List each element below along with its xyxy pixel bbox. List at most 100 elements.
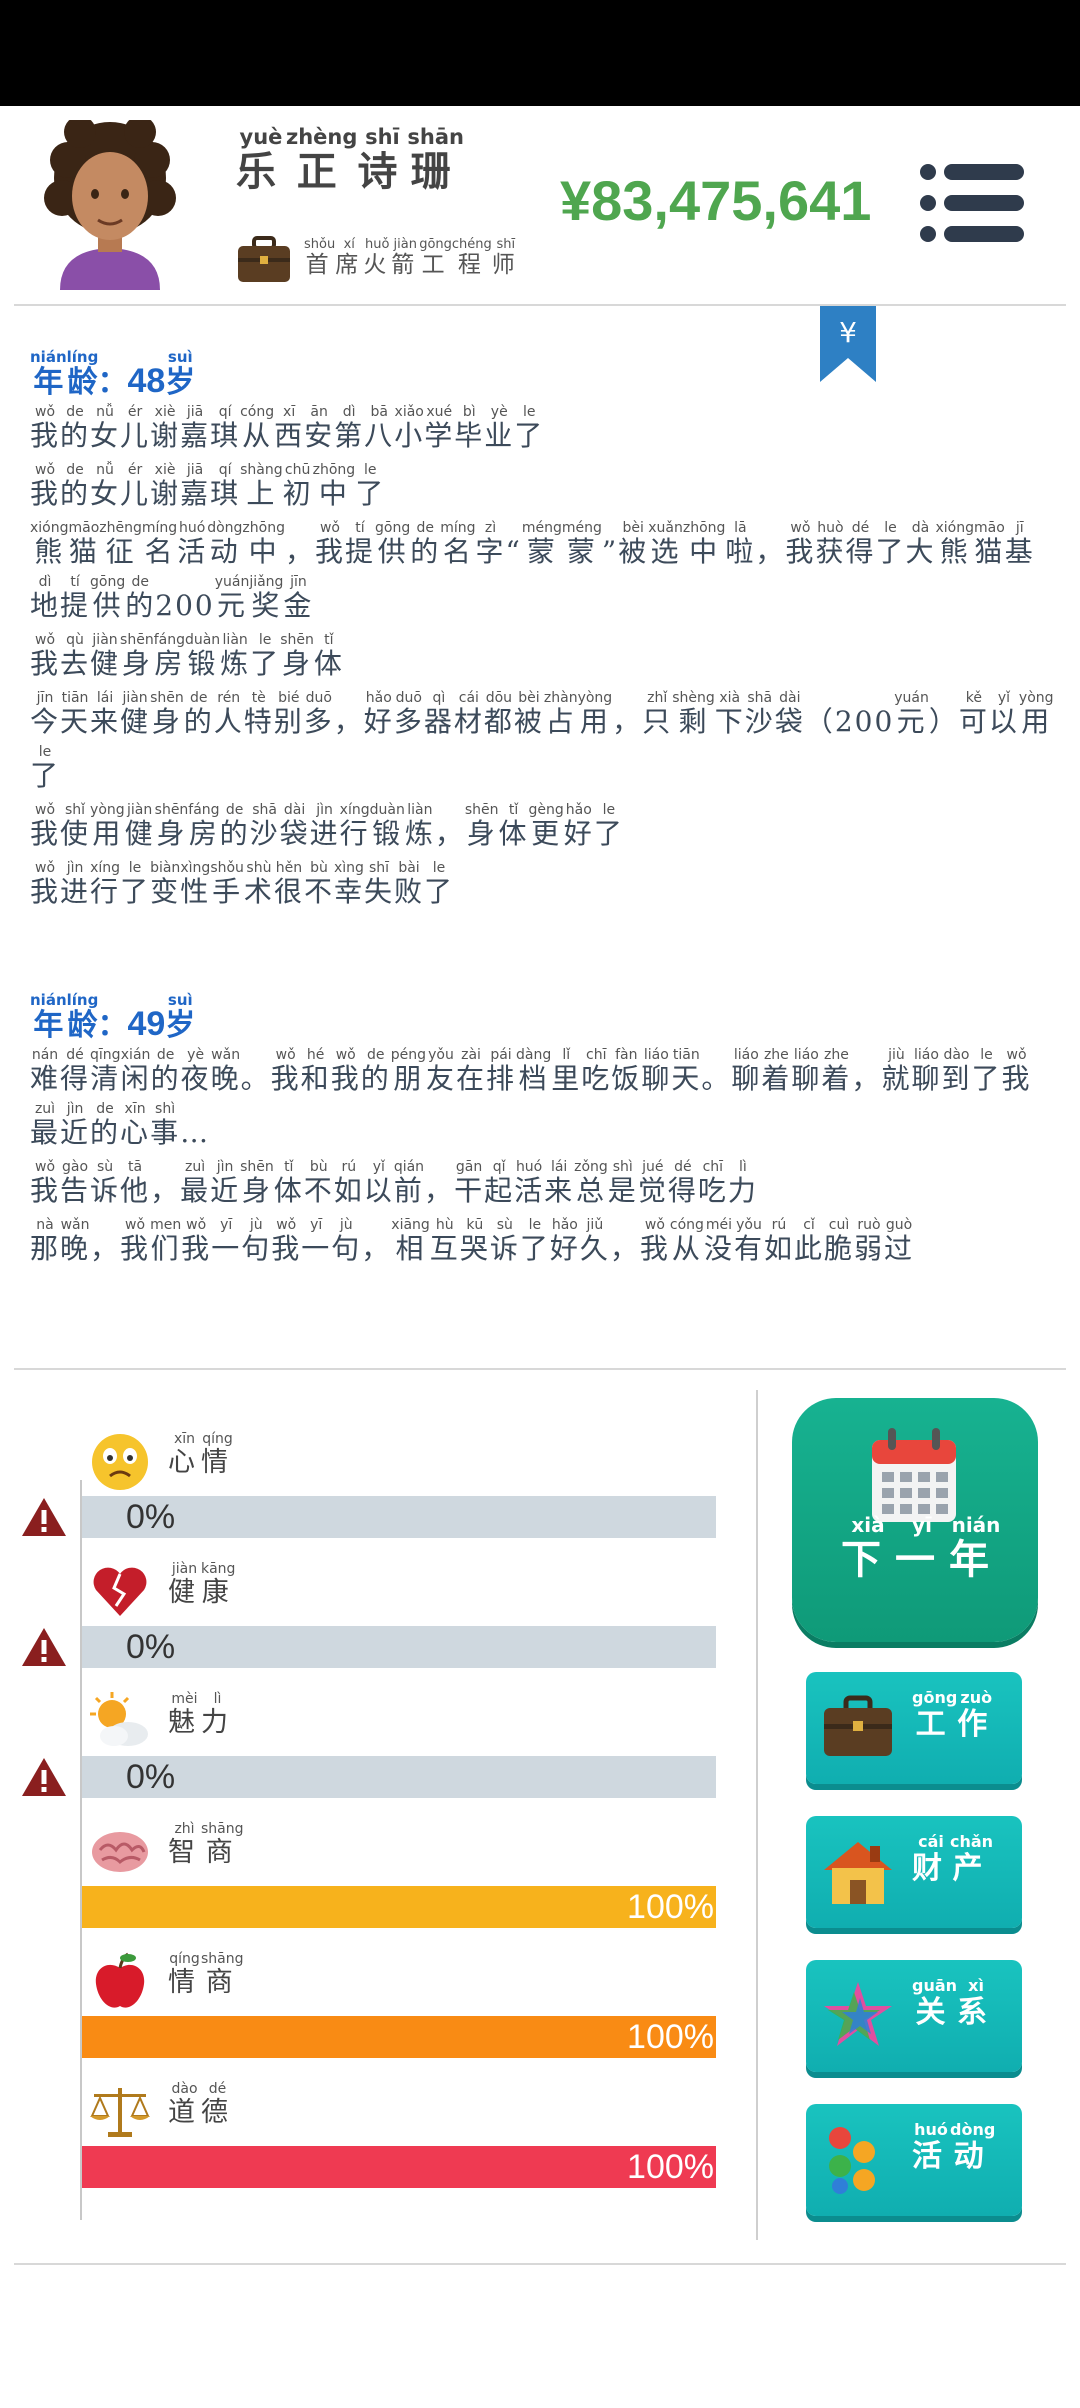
story-char: 去qù [60, 632, 91, 680]
story-char: 大dà [905, 520, 936, 568]
story-char: 我wǒ [30, 1159, 61, 1207]
relations-button[interactable]: 关guān系xì [806, 1960, 1022, 2072]
story-char: 袋dài [279, 802, 310, 850]
story-char: 手shǒu [210, 860, 244, 908]
stat-label-char: 商shāng [201, 1951, 244, 1998]
avatar [44, 120, 176, 290]
story-line: 熊xióng猫māo征zhēng名míng活huó动dòng中zhōng，我wǒ… [30, 520, 1060, 633]
story-char: 前qián [393, 1159, 425, 1207]
menu-icon[interactable] [918, 162, 1026, 244]
story-char: 体tǐ [313, 632, 344, 680]
story-char: 一yī [301, 1217, 332, 1265]
stat-bar-fill [82, 1886, 716, 1928]
story-line: 我wǒ的de女nǚ儿ér谢xiè嘉jiā琪qí上shàng初chū中zhōng了… [30, 462, 1060, 521]
story-char: 琪qí [210, 462, 241, 510]
story-char: 得dé [845, 520, 876, 568]
story-char: 袋dài [774, 690, 805, 738]
story-char: 下xià [714, 690, 745, 738]
stat-label-char: 健jiàn [168, 1561, 201, 1608]
story-char: 久jiǔ [579, 1217, 610, 1265]
story-char: 失shī [363, 860, 394, 908]
story-char: 获huò [815, 520, 846, 568]
story-char: 女nǚ [90, 404, 121, 452]
story-char: ， [755, 535, 786, 568]
story-char: 锻duàn [369, 802, 405, 850]
age-heading: 年nián龄líng：48岁suì [30, 348, 1060, 401]
story-char: 不bù [303, 1159, 334, 1207]
story-char: 200 [155, 589, 215, 622]
warning-icon [22, 1758, 66, 1796]
bottom-divider [14, 2263, 1066, 2265]
story-char: ， [361, 1232, 392, 1265]
story-char: 饭fàn [611, 1047, 642, 1095]
story-char: 金jīn [283, 574, 314, 622]
header-divider [14, 304, 1066, 306]
story-char: 用yòng [90, 802, 125, 850]
story-char: 中zhōng [682, 520, 726, 568]
story-char: 200 [834, 705, 895, 738]
name-char: 诗shī [357, 125, 408, 195]
story-char: 别bié [273, 690, 304, 738]
name-char: 正zhèng [286, 125, 358, 195]
story-char: 名míng [141, 520, 178, 568]
story-char: 身shēn [240, 1159, 274, 1207]
work-button[interactable]: 工gōng作zuò [806, 1672, 1022, 1784]
story-char: 健jiàn [90, 632, 121, 680]
story-char: 了le [250, 632, 281, 680]
stat-bar: 100% [82, 1886, 716, 1928]
story-char: 着zhe [761, 1047, 792, 1095]
story-char: 元yuán [214, 574, 250, 622]
next-year-label: 下xià一yī年nián [792, 1513, 1038, 1585]
age-label-char: 年nián [30, 348, 67, 399]
story-char: 天tiān [60, 690, 91, 738]
age-label-char: 龄líng [66, 991, 99, 1042]
story-char: 在zài [456, 1047, 487, 1095]
story-char: 聊liáo [911, 1047, 942, 1095]
story-char: 友yǒu [425, 1047, 456, 1095]
story-char: 了le [120, 860, 151, 908]
story-char: ， [434, 817, 465, 850]
story-char: 炼liàn [404, 802, 435, 850]
age-number: 49 [127, 1005, 166, 1043]
story-char: 可kě [958, 690, 989, 738]
app-screen: 乐yuè正zhèng诗shī珊shān 首shǒu席xí火huǒ箭jiàn工gō… [0, 0, 1080, 2408]
story-char: 朋péng [390, 1047, 426, 1095]
story-char: 起qǐ [484, 1159, 515, 1207]
story-char: 只zhǐ [642, 690, 673, 738]
story-char: 嘉jiā [180, 404, 211, 452]
story-char: 排pái [486, 1047, 517, 1095]
story-char: 的de [410, 520, 441, 568]
stat-label-char: 魅mèi [168, 1691, 201, 1738]
story-char: 我wǒ [330, 1047, 361, 1095]
story-char: ， [612, 705, 643, 738]
story-line: 我wǒ去qù健jiàn身shēn房fáng锻duàn炼liàn了le身shēn体… [30, 632, 1060, 691]
story-char: 使shǐ [60, 802, 91, 850]
story-char: 得dé [667, 1159, 698, 1207]
assets-button[interactable]: 财cái产chǎn [806, 1816, 1022, 1928]
story-char: 晚wǎn [210, 1047, 241, 1095]
activities-button[interactable]: 活huó动dòng [806, 2104, 1022, 2216]
story-char: 句jù [241, 1217, 272, 1265]
story-char: 近jìn [210, 1159, 241, 1207]
story-char: 弱ruò [854, 1217, 885, 1265]
story-char: 动dòng [207, 520, 243, 568]
next-year-button[interactable]: 下xià一yī年nián [792, 1398, 1038, 1642]
story-char: 被bèi [618, 520, 649, 568]
stat-label-char: 道dào [168, 2081, 201, 2128]
name-char: 乐yuè [236, 125, 286, 195]
calendar-icon [872, 1428, 956, 1522]
work-char: 作zuò [957, 1688, 996, 1742]
apple-icon [95, 1952, 145, 2008]
story-char: 告gào [60, 1159, 91, 1207]
story-char: 身shēn [280, 632, 314, 680]
story-char: 房fáng [153, 632, 185, 680]
job-title: 首shǒu席xí火huǒ箭jiàn工gōng程chéng师shī [304, 237, 520, 279]
assets-char: 财cái [912, 1832, 950, 1886]
story-char: 琪qí [210, 404, 241, 452]
next-year-char: 年nián [949, 1513, 1003, 1583]
story-char: 我wǒ [120, 1217, 151, 1265]
story-char: 基jī [1004, 520, 1035, 568]
story-char: 西xī [274, 404, 305, 452]
story-line: 难nán得dé清qīng闲xián的de夜yè晚wǎn。我wǒ和hé我wǒ的de… [30, 1047, 1060, 1160]
story-char: 败bài [394, 860, 425, 908]
